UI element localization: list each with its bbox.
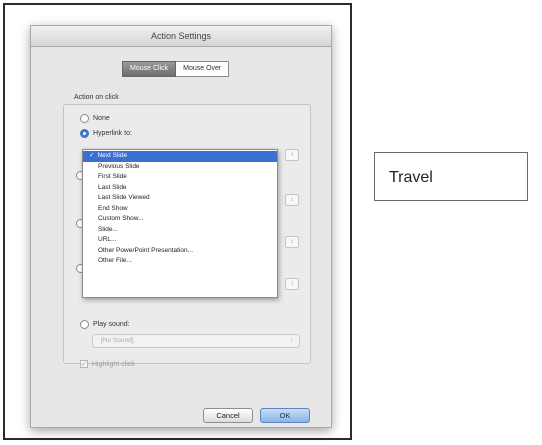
highlight-click-checkbox[interactable]: ✓ [80,360,88,368]
checkmark-icon: ✓ [89,152,95,159]
radio-play-sound-label: Play sound: [93,321,130,328]
tab-mouse-click[interactable]: Mouse Click [122,61,177,77]
popup-arrow-2[interactable]: ↕ [285,194,299,206]
hyperlink-dropdown-menu: ✓ Next Slide Previous Slide First Slide L… [82,149,278,298]
radio-none[interactable]: None [80,114,110,123]
dialog-title: Action Settings [31,26,331,47]
radio-hyperlink-label: Hyperlink to: [93,130,132,137]
tab-bar: Mouse Click Mouse Over [122,61,230,77]
menu-item-previous-slide[interactable]: Previous Slide [83,162,277,173]
select-arrow-icon: ↕ [289,337,293,344]
radio-hyperlink-button[interactable] [80,129,89,138]
menu-item-custom-show[interactable]: Custom Show... [83,214,277,225]
ok-button[interactable]: OK [260,408,310,423]
menu-item-url[interactable]: URL... [83,235,277,246]
cancel-button[interactable]: Cancel [203,408,253,423]
menu-item-slide[interactable]: Slide... [83,225,277,236]
radio-play-sound-button[interactable] [80,320,89,329]
radio-play-sound[interactable]: Play sound: [80,320,130,329]
menu-item-end-show[interactable]: End Show [83,204,277,215]
tab-mouse-over[interactable]: Mouse Over [176,61,230,77]
radio-none-label: None [93,115,110,122]
menu-item-first-slide[interactable]: First Slide [83,172,277,183]
menu-item-last-slide[interactable]: Last Slide [83,183,277,194]
menu-item-last-slide-viewed[interactable]: Last Slide Viewed [83,193,277,204]
radio-hyperlink[interactable]: Hyperlink to: [80,129,132,138]
menu-item-other-file[interactable]: Other File... [83,256,277,267]
hyperlink-popup-arrow[interactable]: ↕ [285,149,299,161]
menu-item-label: Next Slide [97,152,128,159]
radio-none-button[interactable] [80,114,89,123]
highlight-click-row[interactable]: ✓ Highlight click [80,360,135,368]
menu-item-other-presentation[interactable]: Other PowerPoint Presentation... [83,246,277,257]
sound-select[interactable]: [No Sound] ↕ [92,334,300,348]
highlight-click-label: Highlight click [92,360,135,368]
action-on-click-label: Action on click [72,94,121,101]
sound-select-value: [No Sound] [101,337,134,344]
popup-arrow-3[interactable]: ↕ [285,236,299,248]
popup-arrow-4[interactable]: ↕ [285,278,299,290]
travel-text-box: Travel [374,152,528,201]
menu-item-next-slide[interactable]: ✓ Next Slide [83,151,277,162]
